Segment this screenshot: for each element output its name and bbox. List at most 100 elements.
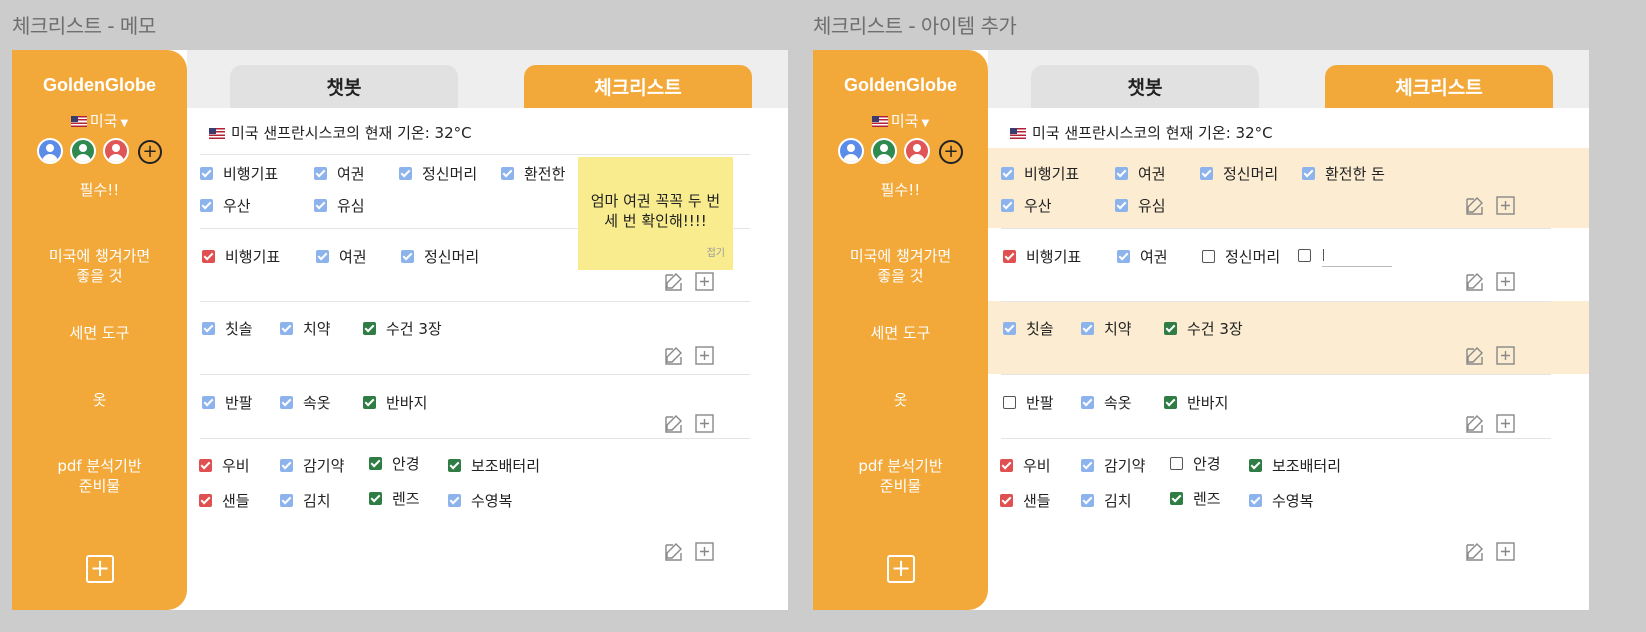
tab-chatbot[interactable]: 챗봇 (1031, 65, 1259, 108)
edit-icon[interactable] (664, 542, 683, 561)
sidebar-item-toiletries[interactable]: 세면 도구 (12, 323, 187, 343)
sidebar-item-essential[interactable]: 필수!! (813, 180, 988, 200)
checklist-item[interactable]: 우비 (1000, 455, 1051, 476)
checklist-item[interactable]: 정신머리 (399, 163, 477, 184)
checkbox[interactable] (448, 494, 461, 507)
country-selector[interactable]: 미국 ▼ (12, 110, 187, 131)
checkbox[interactable] (1249, 494, 1262, 507)
checkbox[interactable] (199, 494, 212, 507)
checkbox[interactable] (1001, 199, 1014, 212)
checklist-item[interactable]: 안경 (1170, 453, 1221, 474)
checklist-item[interactable]: 칫솔 (1003, 318, 1054, 339)
checklist-item[interactable]: 김치 (280, 490, 331, 511)
checkbox[interactable] (369, 492, 382, 505)
checkbox[interactable] (1003, 250, 1016, 263)
checklist-item[interactable]: 렌즈 (1170, 488, 1221, 509)
checklist-item[interactable]: 유심 (314, 195, 365, 216)
user-avatar-icon[interactable] (37, 138, 63, 164)
checklist-item[interactable]: 우산 (1001, 195, 1052, 216)
memo-note[interactable]: 엄마 여권 꼭꼭 두 번 세 번 확인해!!!! 접기 (578, 157, 733, 270)
sidebar-item-recommended[interactable]: 미국에 챙겨가면 좋을 것 (813, 246, 988, 286)
user-avatar-icon[interactable] (904, 138, 930, 164)
checkbox[interactable] (1081, 494, 1094, 507)
checkbox[interactable] (1249, 459, 1262, 472)
checkbox[interactable] (1170, 492, 1183, 505)
checkbox[interactable] (1081, 396, 1094, 409)
checkbox[interactable] (1081, 322, 1094, 335)
checklist-item[interactable]: 치약 (280, 318, 331, 339)
checklist-item[interactable]: 비행기표 (200, 163, 278, 184)
add-icon[interactable] (695, 542, 714, 561)
sidebar-item-pdf[interactable]: pdf 분석기반 준비물 (813, 456, 988, 496)
user-avatar-icon[interactable] (70, 138, 96, 164)
checkbox[interactable] (1298, 248, 1311, 262)
checkbox[interactable] (1164, 322, 1177, 335)
add-category-button[interactable]: + (887, 555, 915, 583)
checklist-item[interactable]: 환전한 (501, 163, 565, 184)
checkbox[interactable] (280, 322, 293, 335)
checklist-item[interactable]: 샌들 (199, 490, 250, 511)
checklist-item[interactable]: 치약 (1081, 318, 1132, 339)
checkbox[interactable] (1000, 494, 1013, 507)
checklist-item[interactable]: 반바지 (363, 392, 427, 413)
checklist-item[interactable]: 반팔 (1003, 392, 1054, 413)
add-icon[interactable] (1496, 272, 1515, 291)
checkbox[interactable] (1003, 396, 1016, 409)
checklist-item[interactable]: 수영복 (1249, 490, 1313, 511)
checklist-item[interactable]: 수건 3장 (363, 318, 442, 339)
sidebar-item-clothes[interactable]: 옷 (12, 390, 187, 410)
edit-icon[interactable] (664, 414, 683, 433)
tab-chatbot[interactable]: 챗봇 (230, 65, 458, 108)
checkbox[interactable] (1081, 459, 1094, 472)
edit-icon[interactable] (1465, 346, 1484, 365)
checkbox[interactable] (1200, 167, 1213, 180)
add-category-button[interactable]: + (86, 555, 114, 583)
tab-checklist[interactable]: 체크리스트 (1325, 65, 1553, 108)
sidebar-item-toiletries[interactable]: 세면 도구 (813, 323, 988, 343)
checkbox[interactable] (1000, 459, 1013, 472)
checkbox[interactable] (363, 322, 376, 335)
checkbox[interactable] (401, 250, 414, 263)
checkbox[interactable] (448, 459, 461, 472)
edit-icon[interactable] (664, 346, 683, 365)
checklist-item[interactable]: 반바지 (1164, 392, 1228, 413)
checklist-item[interactable]: 감기약 (280, 455, 344, 476)
sidebar-item-pdf[interactable]: pdf 분석기반 준비물 (12, 456, 187, 496)
checklist-item[interactable]: 비행기표 (1003, 246, 1081, 267)
add-icon[interactable] (695, 346, 714, 365)
checklist-item[interactable] (1298, 246, 1392, 267)
edit-icon[interactable] (664, 272, 683, 291)
sidebar-item-recommended[interactable]: 미국에 챙겨가면 좋을 것 (12, 246, 187, 286)
checkbox[interactable] (1115, 167, 1128, 180)
checklist-item[interactable]: 수영복 (448, 490, 512, 511)
checkbox[interactable] (1164, 396, 1177, 409)
checklist-item[interactable]: 여권 (316, 246, 367, 267)
checkbox[interactable] (369, 457, 382, 470)
checkbox[interactable] (202, 396, 215, 409)
add-icon[interactable] (1496, 196, 1515, 215)
checklist-item[interactable]: 반팔 (202, 392, 253, 413)
checkbox[interactable] (280, 396, 293, 409)
checklist-item[interactable]: 샌들 (1000, 490, 1051, 511)
edit-icon[interactable] (1465, 542, 1484, 561)
checklist-item[interactable]: 수건 3장 (1164, 318, 1243, 339)
sidebar-item-clothes[interactable]: 옷 (813, 390, 988, 410)
checkbox[interactable] (200, 167, 213, 180)
checkbox[interactable] (316, 250, 329, 263)
checklist-item[interactable]: 여권 (1117, 246, 1168, 267)
checkbox[interactable] (1202, 250, 1215, 263)
checklist-item[interactable]: 정신머리 (1200, 163, 1278, 184)
checklist-item[interactable]: 우비 (199, 455, 250, 476)
checkbox[interactable] (202, 250, 215, 263)
checkbox[interactable] (314, 199, 327, 212)
memo-collapse-button[interactable]: 접기 (707, 244, 725, 264)
new-item-input[interactable] (1321, 246, 1391, 264)
checkbox[interactable] (280, 494, 293, 507)
checklist-item[interactable]: 안경 (369, 453, 420, 474)
checkbox[interactable] (501, 167, 514, 180)
add-icon[interactable] (1496, 414, 1515, 433)
checkbox[interactable] (1115, 199, 1128, 212)
checkbox[interactable] (199, 459, 212, 472)
brand-logo[interactable]: GoldenGlobe (813, 75, 988, 96)
checkbox[interactable] (1117, 250, 1130, 263)
